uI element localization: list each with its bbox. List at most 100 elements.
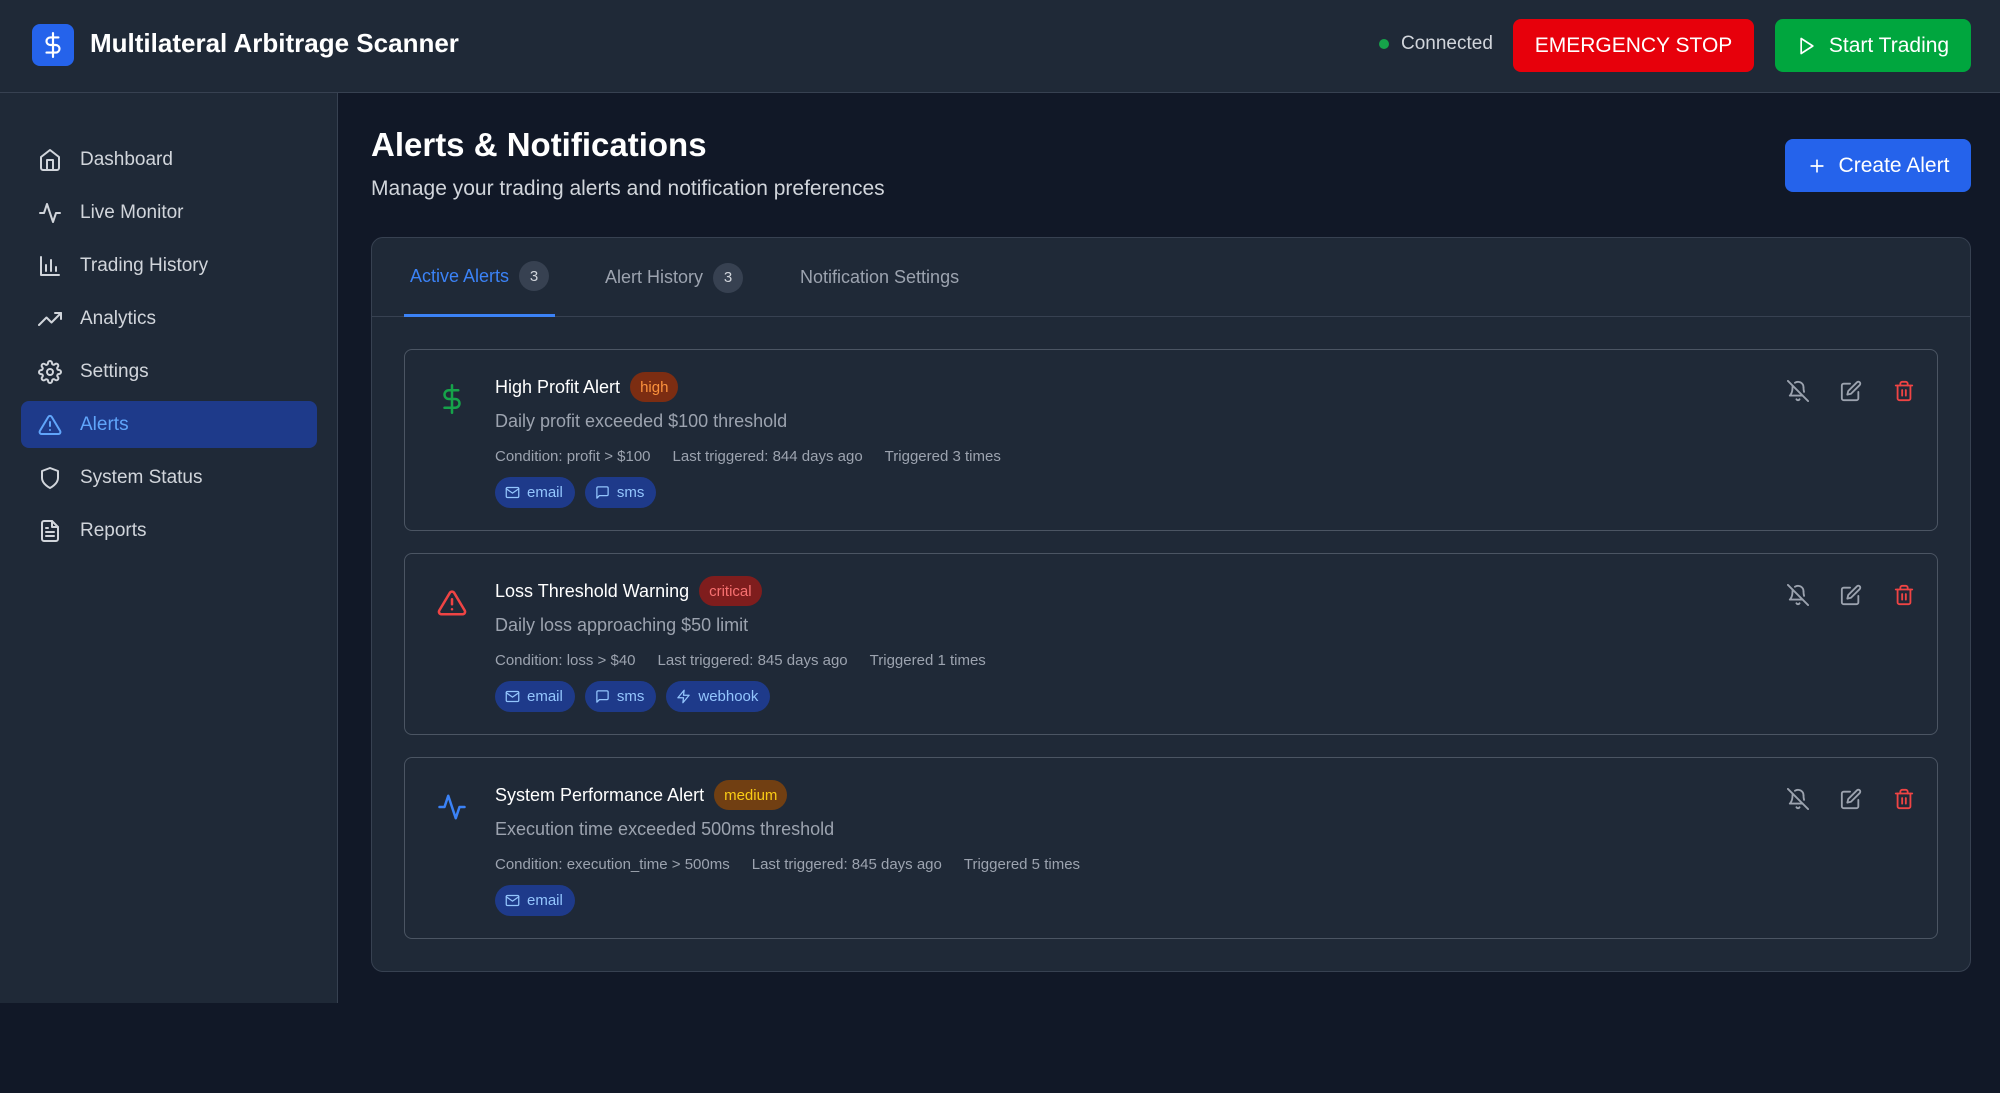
play-icon xyxy=(1797,36,1817,56)
sidebar-item-label: Trading History xyxy=(80,254,209,276)
channel-label: email xyxy=(527,892,563,909)
tab-label: Active Alerts xyxy=(410,265,510,286)
sidebar: Dashboard Live Monitor Trading History A… xyxy=(0,93,338,1003)
sidebar-item-label: Alerts xyxy=(80,413,129,435)
alert-actions xyxy=(1787,584,1915,606)
channel-chip-sms: sms xyxy=(584,477,657,508)
emergency-stop-button[interactable]: EMERGENCY STOP xyxy=(1513,19,1754,72)
channel-chip-email: email xyxy=(495,681,575,712)
channel-chips: email sms xyxy=(495,477,657,508)
alert-last-triggered: Last triggered: 845 days ago xyxy=(751,856,942,873)
alert-title-row: Loss Threshold Warning critical xyxy=(495,576,762,606)
page-title: Alerts & Notifications xyxy=(371,126,707,163)
alert-condition: Condition: execution_time > 500ms xyxy=(495,856,730,873)
activity-icon xyxy=(37,200,63,226)
alert-title: Loss Threshold Warning xyxy=(495,580,690,601)
alert-meta: Condition: loss > $40 Last triggered: 84… xyxy=(495,652,986,669)
sidebar-item-label: Settings xyxy=(80,360,149,382)
channel-chip-email: email xyxy=(495,477,575,508)
tab-count-badge: 3 xyxy=(519,261,550,291)
trash-icon[interactable] xyxy=(1893,584,1915,606)
channel-label: sms xyxy=(616,688,645,705)
alert-actions xyxy=(1787,788,1915,810)
trash-icon[interactable] xyxy=(1893,788,1915,810)
create-alert-button[interactable]: Create Alert xyxy=(1785,139,1971,192)
alert-trigger-count: Triggered 5 times xyxy=(963,856,1081,873)
trash-icon[interactable] xyxy=(1893,380,1915,402)
bell-off-icon[interactable] xyxy=(1787,788,1809,810)
sidebar-item-label: Dashboard xyxy=(80,148,173,170)
severity-badge: high xyxy=(630,372,679,402)
file-text-icon xyxy=(37,518,63,544)
alert-title: System Performance Alert xyxy=(495,784,705,805)
alert-last-triggered: Last triggered: 844 days ago xyxy=(672,448,863,465)
tab-alert-history[interactable]: Alert History 3 xyxy=(605,238,744,317)
alert-condition: Condition: loss > $40 xyxy=(495,652,636,669)
alert-triangle-icon xyxy=(437,588,467,618)
activity-icon xyxy=(437,792,467,822)
trending-up-icon xyxy=(37,306,63,332)
sidebar-item-trading-history[interactable]: Trading History xyxy=(21,242,317,289)
alert-description: Execution time exceeded 500ms threshold xyxy=(495,819,835,839)
alert-meta: Condition: execution_time > 500ms Last t… xyxy=(495,856,1080,873)
tabs-bar: Active Alerts 3 Alert History 3 Notifica… xyxy=(372,238,1970,317)
alert-title-row: System Performance Alert medium xyxy=(495,780,788,810)
shield-icon xyxy=(37,465,63,491)
tab-notification-settings[interactable]: Notification Settings xyxy=(800,238,959,317)
edit-icon[interactable] xyxy=(1840,788,1862,810)
mail-icon xyxy=(505,893,520,908)
emergency-stop-label: EMERGENCY STOP xyxy=(1534,33,1733,57)
dollar-icon xyxy=(32,24,74,66)
alert-trigger-count: Triggered 3 times xyxy=(884,448,1001,465)
gear-icon xyxy=(37,359,63,385)
tab-label: Alert History xyxy=(605,267,704,287)
sidebar-item-label: Live Monitor xyxy=(80,201,184,223)
sidebar-item-dashboard[interactable]: Dashboard xyxy=(21,136,317,183)
sidebar-item-alerts[interactable]: Alerts xyxy=(21,401,317,448)
connection-label: Connected xyxy=(1401,33,1493,54)
create-alert-label: Create Alert xyxy=(1838,153,1950,177)
sidebar-item-analytics[interactable]: Analytics xyxy=(21,295,317,342)
alert-meta: Condition: profit > $100 Last triggered:… xyxy=(495,448,1001,465)
mail-icon xyxy=(505,485,520,500)
alerts-panel: Active Alerts 3 Alert History 3 Notifica… xyxy=(371,237,1971,972)
alert-card: Loss Threshold Warning critical Daily lo… xyxy=(404,553,1938,735)
channel-label: email xyxy=(527,688,563,705)
dollar-icon xyxy=(437,384,467,414)
connection-status: Connected xyxy=(1379,33,1493,55)
mail-icon xyxy=(505,689,520,704)
edit-icon[interactable] xyxy=(1840,380,1862,402)
top-header: Multilateral Arbitrage Scanner Connected… xyxy=(0,0,2000,93)
sidebar-item-reports[interactable]: Reports xyxy=(21,507,317,554)
bell-off-icon[interactable] xyxy=(1787,584,1809,606)
sidebar-item-live-monitor[interactable]: Live Monitor xyxy=(21,189,317,236)
app-title: Multilateral Arbitrage Scanner xyxy=(90,28,459,58)
alert-description: Daily profit exceeded $100 threshold xyxy=(495,411,788,431)
page-subtitle: Manage your trading alerts and notificat… xyxy=(371,177,885,200)
sidebar-item-label: System Status xyxy=(80,466,203,488)
sidebar-item-system-status[interactable]: System Status xyxy=(21,454,317,501)
alert-card: High Profit Alert high Daily profit exce… xyxy=(404,349,1938,531)
alert-title: High Profit Alert xyxy=(495,376,621,397)
channel-chips: email sms webhook xyxy=(495,681,771,712)
edit-icon[interactable] xyxy=(1840,584,1862,606)
start-trading-button[interactable]: Start Trading xyxy=(1775,19,1971,72)
channel-chips: email xyxy=(495,885,575,916)
tab-label: Notification Settings xyxy=(800,267,960,287)
sidebar-item-label: Analytics xyxy=(80,307,157,329)
start-trading-label: Start Trading xyxy=(1828,33,1950,57)
severity-badge: medium xyxy=(714,780,788,810)
tab-active-alerts[interactable]: Active Alerts 3 xyxy=(404,238,556,317)
message-icon xyxy=(595,689,610,704)
sidebar-item-settings[interactable]: Settings xyxy=(21,348,317,395)
channel-chip-webhook: webhook xyxy=(666,681,771,712)
alert-condition: Condition: profit > $100 xyxy=(495,448,651,465)
status-dot-icon xyxy=(1379,39,1389,49)
channel-label: webhook xyxy=(698,688,759,705)
alert-actions xyxy=(1787,380,1915,402)
bar-chart-icon xyxy=(37,253,63,279)
alert-card: System Performance Alert medium Executio… xyxy=(404,757,1938,939)
bell-off-icon[interactable] xyxy=(1787,380,1809,402)
alert-last-triggered: Last triggered: 845 days ago xyxy=(657,652,848,669)
channel-label: sms xyxy=(616,484,645,501)
